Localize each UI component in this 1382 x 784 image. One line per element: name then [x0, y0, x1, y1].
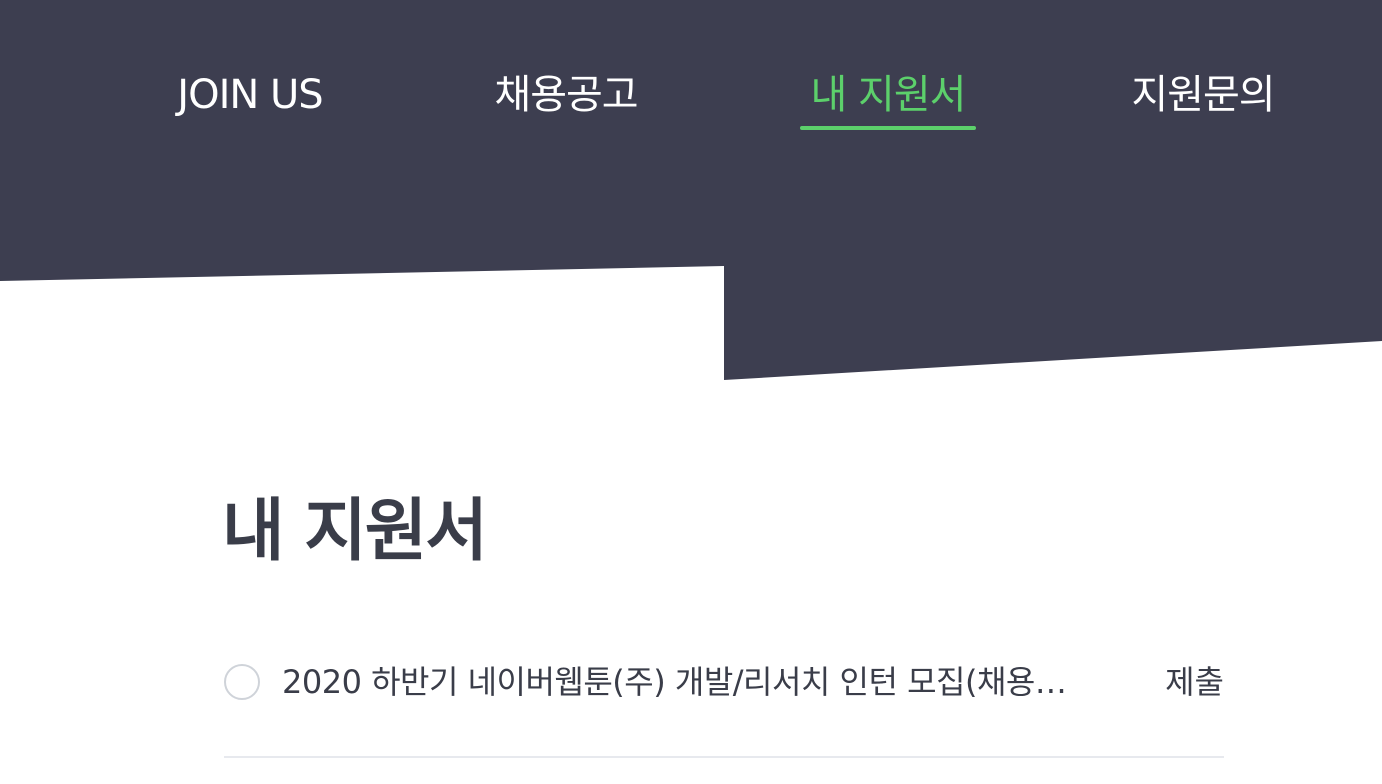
page: JOIN US 채용공고 내 지원서 지원문의 내 지원서 2020 하반기 네… [0, 0, 1382, 784]
application-list-item: 2020 하반기 네이버웹툰(주) 개발/리서치 인턴 모집(채용연계형) 제출 [224, 636, 1224, 758]
nav-item-label: JOIN US [177, 72, 323, 118]
application-list: 2020 하반기 네이버웹툰(주) 개발/리서치 인턴 모집(채용연계형) 제출 [224, 636, 1224, 758]
nav-item-label: 채용공고 [494, 72, 638, 118]
nav-item-inquiry[interactable]: 지원문의 [1103, 62, 1303, 130]
active-nav-indicator [800, 126, 976, 130]
nav-item-job-postings[interactable]: 채용공고 [466, 62, 666, 130]
nav-item-label: 내 지원서 [810, 72, 967, 118]
application-select-radio[interactable] [224, 664, 260, 700]
nav-item-my-applications[interactable]: 내 지원서 [800, 62, 976, 130]
nav-item-join-us[interactable]: JOIN US [150, 62, 350, 130]
page-title: 내 지원서 [222, 492, 488, 571]
nav-item-label: 지원문의 [1131, 72, 1275, 118]
application-title[interactable]: 2020 하반기 네이버웹툰(주) 개발/리서치 인턴 모집(채용연계형) [282, 660, 1082, 704]
application-status: 제출 [1165, 663, 1224, 701]
top-navigation: JOIN US 채용공고 내 지원서 지원문의 [0, 0, 1382, 140]
